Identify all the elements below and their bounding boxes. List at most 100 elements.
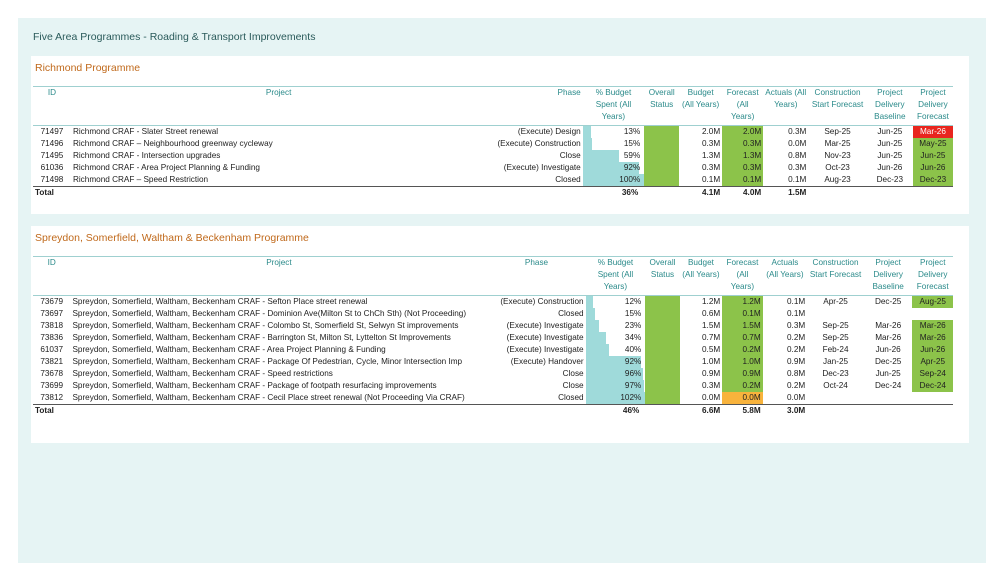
table-row[interactable]: 61037 Spreydon, Somerfield, Waltham, Beck…	[33, 344, 953, 356]
cell-status	[645, 296, 680, 308]
cell-status	[644, 162, 680, 174]
cell-actuals: 0.1M	[787, 309, 806, 318]
status-indicator	[644, 162, 680, 174]
col-header-construction[interactable]: Construction Start Forecast	[807, 256, 864, 296]
pct-bar	[585, 344, 610, 356]
total-label: Total	[33, 186, 71, 199]
cell-status	[645, 344, 680, 356]
cell-id: 71497	[40, 127, 64, 136]
cell-budget: 0.9M	[702, 369, 721, 378]
cell-pct-budget: 13%	[582, 126, 645, 138]
table-row[interactable]: 73679 Spreydon, Somerfield, Waltham, Beck…	[33, 295, 953, 308]
table-row[interactable]: 71496 Richmond CRAF – Neighbourhood green…	[33, 138, 953, 150]
total-pct: 46%	[585, 404, 646, 417]
status-indicator	[645, 308, 680, 320]
cell-status	[645, 332, 680, 344]
cell-budget: 1.5M	[702, 321, 721, 330]
col-header-pct-budget[interactable]: % Budget Spent (All Years)	[585, 256, 646, 296]
col-header-baseline[interactable]: Project Delivery Baseline	[866, 86, 913, 126]
pct-bar	[582, 138, 592, 150]
col-header-actuals[interactable]: Actuals (All Years)	[762, 256, 808, 296]
pct-bar	[585, 320, 600, 332]
cell-forecast: 1.2M	[722, 295, 763, 308]
empty-cell	[645, 404, 680, 417]
table-row[interactable]: 71495 Richmond CRAF - Intersection upgrad…	[33, 150, 953, 162]
table-row[interactable]: 73699 Spreydon, Somerfield, Waltham, Beck…	[33, 380, 953, 392]
table-row[interactable]: 73821 Spreydon, Somerfield, Waltham, Beck…	[33, 356, 953, 368]
cell-forecast: 0.9M	[722, 368, 763, 380]
cell-delivery-forecast: Mar-26	[912, 332, 953, 344]
col-header-project[interactable]: Project	[70, 256, 488, 296]
col-header-id[interactable]: ID	[33, 256, 71, 296]
cell-pct-budget: 96%	[585, 368, 646, 380]
cell-status	[644, 150, 680, 162]
col-header-status[interactable]: Overall Status	[645, 256, 680, 296]
total-actuals: 1.5M	[763, 186, 809, 199]
spreydon-table-body: 73679 Spreydon, Somerfield, Waltham, Beck…	[33, 295, 953, 417]
total-pct-value: 36%	[621, 188, 639, 197]
cell-forecast: 1.3M	[722, 150, 764, 162]
cell-pct-budget: 92%	[585, 356, 646, 368]
cell-id: 73697	[40, 309, 64, 318]
cell-construction: Jan-25	[823, 357, 849, 366]
empty-cell	[912, 404, 953, 417]
cell-delivery-forecast: Jun-26	[912, 162, 953, 174]
cell-construction: Sep-25	[824, 127, 851, 136]
pct-value: 23%	[624, 321, 642, 330]
cell-project: Richmond CRAF - Area Project Planning & …	[72, 163, 260, 172]
table-row[interactable]: 73818 Spreydon, Somerfield, Waltham, Beck…	[33, 320, 953, 332]
empty-cell	[486, 186, 583, 199]
cell-baseline: Dec-23	[876, 175, 904, 184]
spreydon-panel: Spreydon, Somerfield, Waltham & Beckenha…	[31, 226, 969, 443]
cell-pct-budget: 12%	[585, 296, 646, 308]
cell-status	[645, 380, 680, 392]
col-header-budget[interactable]: Budget (All Years)	[679, 86, 723, 126]
table-row[interactable]: 73812 Spreydon, Somerfield, Waltham, Beck…	[33, 392, 953, 405]
cell-phase: Close	[562, 369, 584, 378]
table-row[interactable]: 71497 Richmond CRAF - Slater Street renew…	[33, 125, 953, 138]
col-header-baseline[interactable]: Project Delivery Baseline	[863, 256, 913, 296]
cell-pct-budget: 23%	[585, 320, 646, 332]
table-row[interactable]: 71498 Richmond CRAF – Speed Restriction Cl…	[33, 174, 953, 187]
cell-baseline: Mar-26	[875, 321, 902, 330]
status-indicator	[645, 332, 680, 344]
col-header-delivery-forecast[interactable]: Project Delivery Forecast	[912, 256, 953, 296]
status-indicator	[644, 138, 680, 150]
table-row[interactable]: 73697 Spreydon, Somerfield, Waltham, Beck…	[33, 308, 953, 320]
empty-cell	[866, 186, 913, 199]
col-header-forecast[interactable]: Forecast (All Years)	[722, 256, 763, 296]
table-row[interactable]: 73836 Spreydon, Somerfield, Waltham, Beck…	[33, 332, 953, 344]
cell-status	[644, 126, 680, 138]
col-header-phase[interactable]: Phase	[487, 256, 586, 296]
col-header-status[interactable]: Overall Status	[644, 86, 680, 126]
cell-forecast: 0.1M	[722, 308, 763, 320]
cell-construction: Mar-25	[824, 139, 851, 148]
cell-id: 71496	[40, 139, 64, 148]
cell-project: Spreydon, Somerfield, Waltham, Beckenham…	[72, 393, 465, 402]
cell-actuals: 0.2M	[787, 345, 806, 354]
col-header-phase[interactable]: Phase	[486, 86, 583, 126]
col-header-pct-budget[interactable]: % Budget Spent (All Years)	[582, 86, 645, 126]
cell-id: 73821	[40, 357, 64, 366]
cell-phase: (Execute) Investigate	[506, 345, 584, 354]
col-header-delivery-forecast[interactable]: Project Delivery Forecast	[912, 86, 953, 126]
col-header-construction[interactable]: Construction Start Forecast	[808, 86, 867, 126]
cell-forecast: 0.3M	[722, 162, 764, 174]
col-header-budget[interactable]: Budget (All Years)	[679, 256, 723, 296]
empty-cell	[863, 404, 913, 417]
empty-cell	[644, 186, 680, 199]
table-row[interactable]: 61036 Richmond CRAF - Area Project Planni…	[33, 162, 953, 174]
cell-id: 73812	[40, 393, 64, 402]
cell-id: 73818	[40, 321, 64, 330]
cell-baseline: Dec-25	[874, 297, 902, 306]
pct-value: 34%	[624, 333, 642, 342]
cell-id: 73836	[40, 333, 64, 342]
col-header-id[interactable]: ID	[33, 86, 71, 126]
cell-budget: 0.3M	[702, 381, 721, 390]
col-header-forecast[interactable]: Forecast (All Years)	[722, 86, 764, 126]
cell-actuals: 0.9M	[787, 357, 806, 366]
col-header-actuals[interactable]: Actuals (All Years)	[763, 86, 809, 126]
col-header-project[interactable]: Project	[70, 86, 487, 126]
table-row[interactable]: 73678 Spreydon, Somerfield, Waltham, Beck…	[33, 368, 953, 380]
cell-budget: 1.0M	[702, 357, 721, 366]
